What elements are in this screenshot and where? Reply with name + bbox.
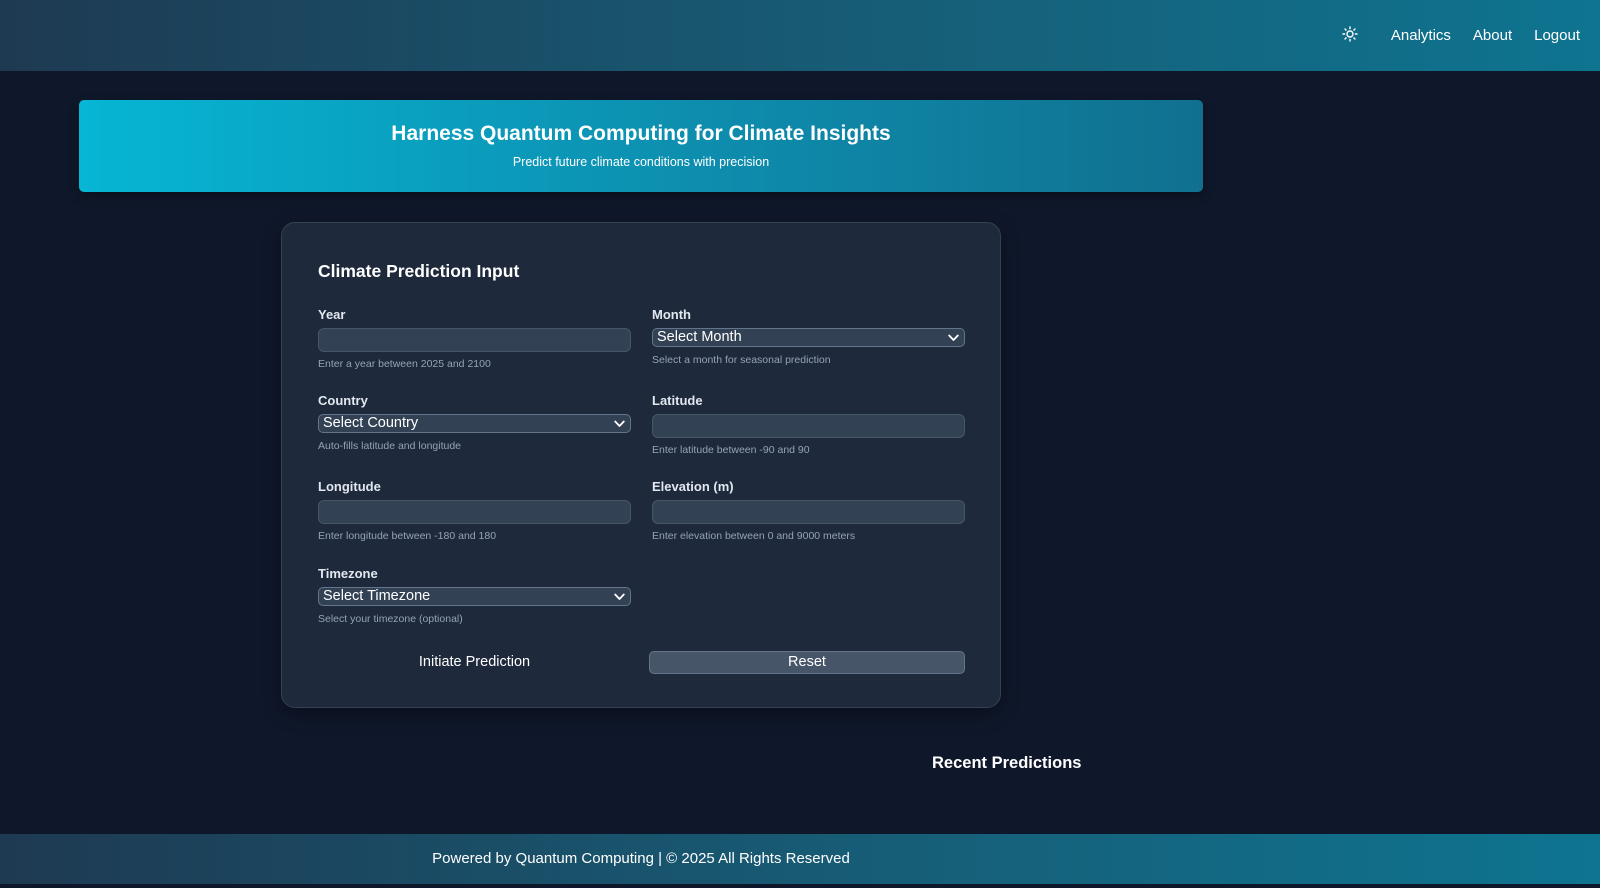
month-label: Month	[652, 307, 691, 322]
hero-title: Harness Quantum Computing for Climate In…	[391, 122, 891, 145]
nav-link-analytics[interactable]: Analytics	[1391, 27, 1451, 44]
country-label: Country	[318, 393, 368, 408]
longitude-label: Longitude	[318, 479, 381, 494]
chevron-down-icon	[946, 331, 960, 345]
country-select[interactable]: Select Country	[318, 414, 631, 433]
year-field: Year Enter a year between 2025 and 2100	[318, 307, 631, 370]
month-field: Month Select Month Select a month for se…	[652, 307, 965, 366]
top-navbar: Analytics About Logout	[0, 0, 1600, 71]
footer: Powered by Quantum Computing | © 2025 Al…	[0, 834, 1600, 884]
prediction-form-card: Climate Prediction Input Year Enter a ye…	[281, 222, 1001, 708]
latitude-input[interactable]	[652, 414, 965, 438]
longitude-input[interactable]	[318, 500, 631, 524]
timezone-hint: Select your timezone (optional)	[318, 613, 463, 625]
country-select-value: Select Country	[323, 415, 419, 431]
month-select-value: Select Month	[657, 329, 742, 345]
month-hint: Select a month for seasonal prediction	[652, 354, 831, 366]
elevation-input[interactable]	[652, 500, 965, 524]
page-bottom-edge	[0, 884, 1600, 888]
latitude-field: Latitude Enter latitude between -90 and …	[652, 393, 965, 456]
initiate-prediction-button[interactable]: Initiate Prediction	[318, 651, 631, 674]
chevron-down-icon	[612, 417, 626, 431]
latitude-label: Latitude	[652, 393, 703, 408]
nav-link-about[interactable]: About	[1473, 27, 1512, 44]
timezone-select[interactable]: Select Timezone	[318, 587, 631, 606]
timezone-field: Timezone Select Timezone Select your tim…	[318, 566, 631, 625]
reset-button[interactable]: Reset	[649, 651, 965, 674]
month-select[interactable]: Select Month	[652, 328, 965, 347]
country-hint: Auto-fills latitude and longitude	[318, 440, 462, 452]
theme-toggle-button[interactable]	[1339, 25, 1361, 47]
recent-predictions-heading: Recent Predictions	[932, 754, 1082, 772]
hero-banner: Harness Quantum Computing for Climate In…	[79, 100, 1203, 192]
elevation-field: Elevation (m) Enter elevation between 0 …	[652, 479, 965, 542]
nav-link-logout[interactable]: Logout	[1534, 27, 1580, 44]
country-field: Country Select Country Auto-fills latitu…	[318, 393, 631, 452]
timezone-label: Timezone	[318, 566, 378, 581]
longitude-field: Longitude Enter longitude between -180 a…	[318, 479, 631, 542]
chevron-down-icon	[612, 590, 626, 604]
sun-icon	[1342, 25, 1358, 46]
hero-subtitle: Predict future climate conditions with p…	[512, 155, 770, 169]
year-input[interactable]	[318, 328, 631, 352]
footer-text: Powered by Quantum Computing | © 2025 Al…	[432, 850, 850, 867]
latitude-hint: Enter latitude between -90 and 90	[652, 444, 810, 456]
year-label: Year	[318, 307, 346, 322]
longitude-hint: Enter longitude between -180 and 180	[318, 530, 497, 542]
year-hint: Enter a year between 2025 and 2100	[318, 358, 491, 370]
elevation-label: Elevation (m)	[652, 479, 734, 494]
timezone-select-value: Select Timezone	[323, 588, 431, 604]
form-title: Climate Prediction Input	[318, 261, 520, 281]
elevation-hint: Enter elevation between 0 and 9000 meter…	[652, 530, 856, 542]
